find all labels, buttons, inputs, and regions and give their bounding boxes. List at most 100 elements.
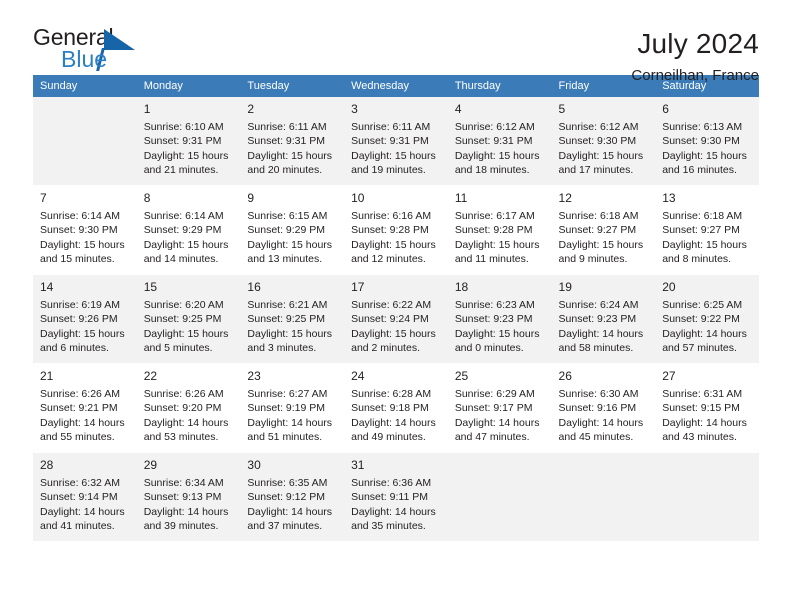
day-cell[interactable] [33,97,137,186]
day-details: Sunrise: 6:21 AM Sunset: 9:25 PM Dayligh… [247,299,333,354]
day-number: 3 [351,102,358,116]
day-details: Sunrise: 6:34 AM Sunset: 9:13 PM Dayligh… [143,477,229,532]
day-cell[interactable]: 19 Sunrise: 6:24 AM Sunset: 9:23 PM Dayli… [551,274,656,364]
day-cell[interactable]: 24 Sunrise: 6:28 AM Sunset: 9:18 PM Dayli… [344,363,448,453]
day-cell[interactable]: 31 Sunrise: 6:36 AM Sunset: 9:11 PM Dayli… [344,452,448,542]
day-cell[interactable]: 2 Sunrise: 6:11 AM Sunset: 9:31 PM Daylig… [240,97,345,186]
day-cell[interactable] [655,452,759,542]
day-cell[interactable] [447,452,552,542]
weekday-header-thursday: Thursday [447,75,552,97]
weekday-header-sunday: Sunday [33,75,137,97]
day-number: 2 [247,102,255,116]
day-cell[interactable]: 20 Sunrise: 6:25 AM Sunset: 9:22 PM Dayli… [655,274,759,364]
day-details: Sunrise: 6:19 AM Sunset: 9:26 PM Dayligh… [40,299,125,354]
day-details: Sunrise: 6:14 AM Sunset: 9:30 PM Dayligh… [40,210,125,265]
day-number: 19 [558,280,572,294]
day-cell[interactable]: 16 Sunrise: 6:21 AM Sunset: 9:25 PM Dayli… [240,274,345,364]
day-cell[interactable]: 13 Sunrise: 6:18 AM Sunset: 9:27 PM Dayli… [655,185,759,275]
day-details: Sunrise: 6:36 AM Sunset: 9:11 PM Dayligh… [351,477,436,532]
logo-text-blue: Blue [61,46,108,72]
week-row: 28 Sunrise: 6:32 AM Sunset: 9:14 PM Dayli… [33,452,759,542]
day-cell[interactable]: 5 Sunrise: 6:12 AM Sunset: 9:30 PM Daylig… [551,97,656,186]
day-cell[interactable]: 27 Sunrise: 6:31 AM Sunset: 9:15 PM Dayli… [655,363,759,453]
day-number: 17 [351,280,365,294]
day-cell[interactable]: 25 Sunrise: 6:29 AM Sunset: 9:17 PM Dayli… [447,363,552,453]
day-number: 16 [247,280,261,294]
day-number: 18 [454,280,469,294]
weekday-header-wednesday: Wednesday [344,75,448,97]
day-cell[interactable]: 8 Sunrise: 6:14 AM Sunset: 9:29 PM Daylig… [136,185,241,275]
day-number: 12 [558,191,572,205]
day-number: 4 [454,102,462,116]
day-details: Sunrise: 6:24 AM Sunset: 9:23 PM Dayligh… [558,299,644,354]
day-number: 25 [454,369,469,383]
day-number: 14 [40,280,54,294]
day-number: 7 [40,191,47,205]
day-number: 28 [40,458,54,472]
day-cell[interactable]: 26 Sunrise: 6:30 AM Sunset: 9:16 PM Dayli… [551,363,656,453]
day-cell[interactable]: 15 Sunrise: 6:20 AM Sunset: 9:25 PM Dayli… [136,274,241,364]
day-cell[interactable]: 17 Sunrise: 6:22 AM Sunset: 9:24 PM Dayli… [344,274,448,364]
day-number: 20 [662,280,676,294]
day-cell[interactable]: 4 Sunrise: 6:12 AM Sunset: 9:31 PM Daylig… [447,97,552,186]
day-cell[interactable]: 30 Sunrise: 6:35 AM Sunset: 9:12 PM Dayli… [240,452,345,542]
day-details: Sunrise: 6:11 AM Sunset: 9:31 PM Dayligh… [351,121,436,176]
general-blue-logo: General Blue [33,26,153,72]
weekday-header-monday: Monday [136,75,241,97]
day-cell[interactable]: 1 Sunrise: 6:10 AM Sunset: 9:31 PM Daylig… [136,97,241,186]
day-number: 5 [558,102,566,116]
day-details: Sunrise: 6:11 AM Sunset: 9:31 PM Dayligh… [247,121,333,176]
day-number: 6 [662,102,669,116]
day-details: Sunrise: 6:18 AM Sunset: 9:27 PM Dayligh… [558,210,644,265]
title-block: July 2024 Corneilhan, France [631,26,759,84]
day-cell[interactable]: 7 Sunrise: 6:14 AM Sunset: 9:30 PM Daylig… [33,185,137,275]
day-number: 29 [143,458,158,472]
day-cell[interactable] [551,452,656,542]
day-number: 27 [662,369,676,383]
day-cell[interactable]: 3 Sunrise: 6:11 AM Sunset: 9:31 PM Daylig… [344,97,448,186]
day-details: Sunrise: 6:13 AM Sunset: 9:30 PM Dayligh… [662,121,747,176]
day-cell[interactable]: 23 Sunrise: 6:27 AM Sunset: 9:19 PM Dayli… [240,363,345,453]
day-details: Sunrise: 6:20 AM Sunset: 9:25 PM Dayligh… [143,299,229,354]
day-details: Sunrise: 6:30 AM Sunset: 9:16 PM Dayligh… [558,388,644,443]
day-details: Sunrise: 6:25 AM Sunset: 9:22 PM Dayligh… [662,299,747,354]
day-cell[interactable]: 29 Sunrise: 6:34 AM Sunset: 9:13 PM Dayli… [136,452,241,542]
day-details: Sunrise: 6:26 AM Sunset: 9:20 PM Dayligh… [143,388,229,443]
day-number: 23 [247,369,261,383]
calendar-page: General Blue July 2024 Corneilhan, Franc… [0,0,792,612]
page-title: July 2024 [637,28,759,59]
day-cell[interactable]: 28 Sunrise: 6:32 AM Sunset: 9:14 PM Dayli… [33,452,137,542]
day-number: 31 [351,458,365,472]
day-number: 24 [351,369,365,383]
week-row: 1 Sunrise: 6:10 AM Sunset: 9:31 PM Daylig… [33,97,759,186]
day-cell[interactable]: 6 Sunrise: 6:13 AM Sunset: 9:30 PM Daylig… [655,97,759,186]
week-row: 21 Sunrise: 6:26 AM Sunset: 9:21 PM Dayli… [33,363,759,453]
day-number: 9 [247,191,255,205]
day-number: 21 [40,369,54,383]
day-details: Sunrise: 6:26 AM Sunset: 9:21 PM Dayligh… [40,388,125,443]
day-cell[interactable]: 21 Sunrise: 6:26 AM Sunset: 9:21 PM Dayli… [33,363,137,453]
day-details: Sunrise: 6:17 AM Sunset: 9:28 PM Dayligh… [454,210,540,265]
day-details: Sunrise: 6:27 AM Sunset: 9:19 PM Dayligh… [247,388,333,443]
day-cell[interactable]: 10 Sunrise: 6:16 AM Sunset: 9:28 PM Dayli… [344,185,448,275]
calendar-body: 1 Sunrise: 6:10 AM Sunset: 9:31 PM Daylig… [33,97,759,542]
week-row: 14 Sunrise: 6:19 AM Sunset: 9:26 PM Dayli… [33,274,759,364]
day-cell[interactable]: 11 Sunrise: 6:17 AM Sunset: 9:28 PM Dayli… [447,185,552,275]
day-cell[interactable]: 12 Sunrise: 6:18 AM Sunset: 9:27 PM Dayli… [551,185,656,275]
day-cell[interactable]: 14 Sunrise: 6:19 AM Sunset: 9:26 PM Dayli… [33,274,137,364]
day-details: Sunrise: 6:12 AM Sunset: 9:31 PM Dayligh… [454,121,540,176]
day-cell[interactable]: 22 Sunrise: 6:26 AM Sunset: 9:20 PM Dayli… [136,363,241,453]
day-details: Sunrise: 6:32 AM Sunset: 9:14 PM Dayligh… [40,477,125,532]
day-details: Sunrise: 6:22 AM Sunset: 9:24 PM Dayligh… [351,299,436,354]
day-number: 26 [558,369,572,383]
day-details: Sunrise: 6:10 AM Sunset: 9:31 PM Dayligh… [143,121,229,176]
day-number: 15 [143,280,158,294]
day-details: Sunrise: 6:12 AM Sunset: 9:30 PM Dayligh… [558,121,644,176]
day-details: Sunrise: 6:29 AM Sunset: 9:17 PM Dayligh… [454,388,540,443]
day-cell[interactable]: 9 Sunrise: 6:15 AM Sunset: 9:29 PM Daylig… [240,185,345,275]
month-calendar: Sunday Monday Tuesday Wednesday Thursday… [33,75,759,542]
day-details: Sunrise: 6:15 AM Sunset: 9:29 PM Dayligh… [247,210,333,265]
day-cell[interactable]: 18 Sunrise: 6:23 AM Sunset: 9:23 PM Dayli… [447,274,552,364]
day-number: 1 [143,102,151,116]
page-header: General Blue July 2024 Corneilhan, Franc… [33,0,759,85]
